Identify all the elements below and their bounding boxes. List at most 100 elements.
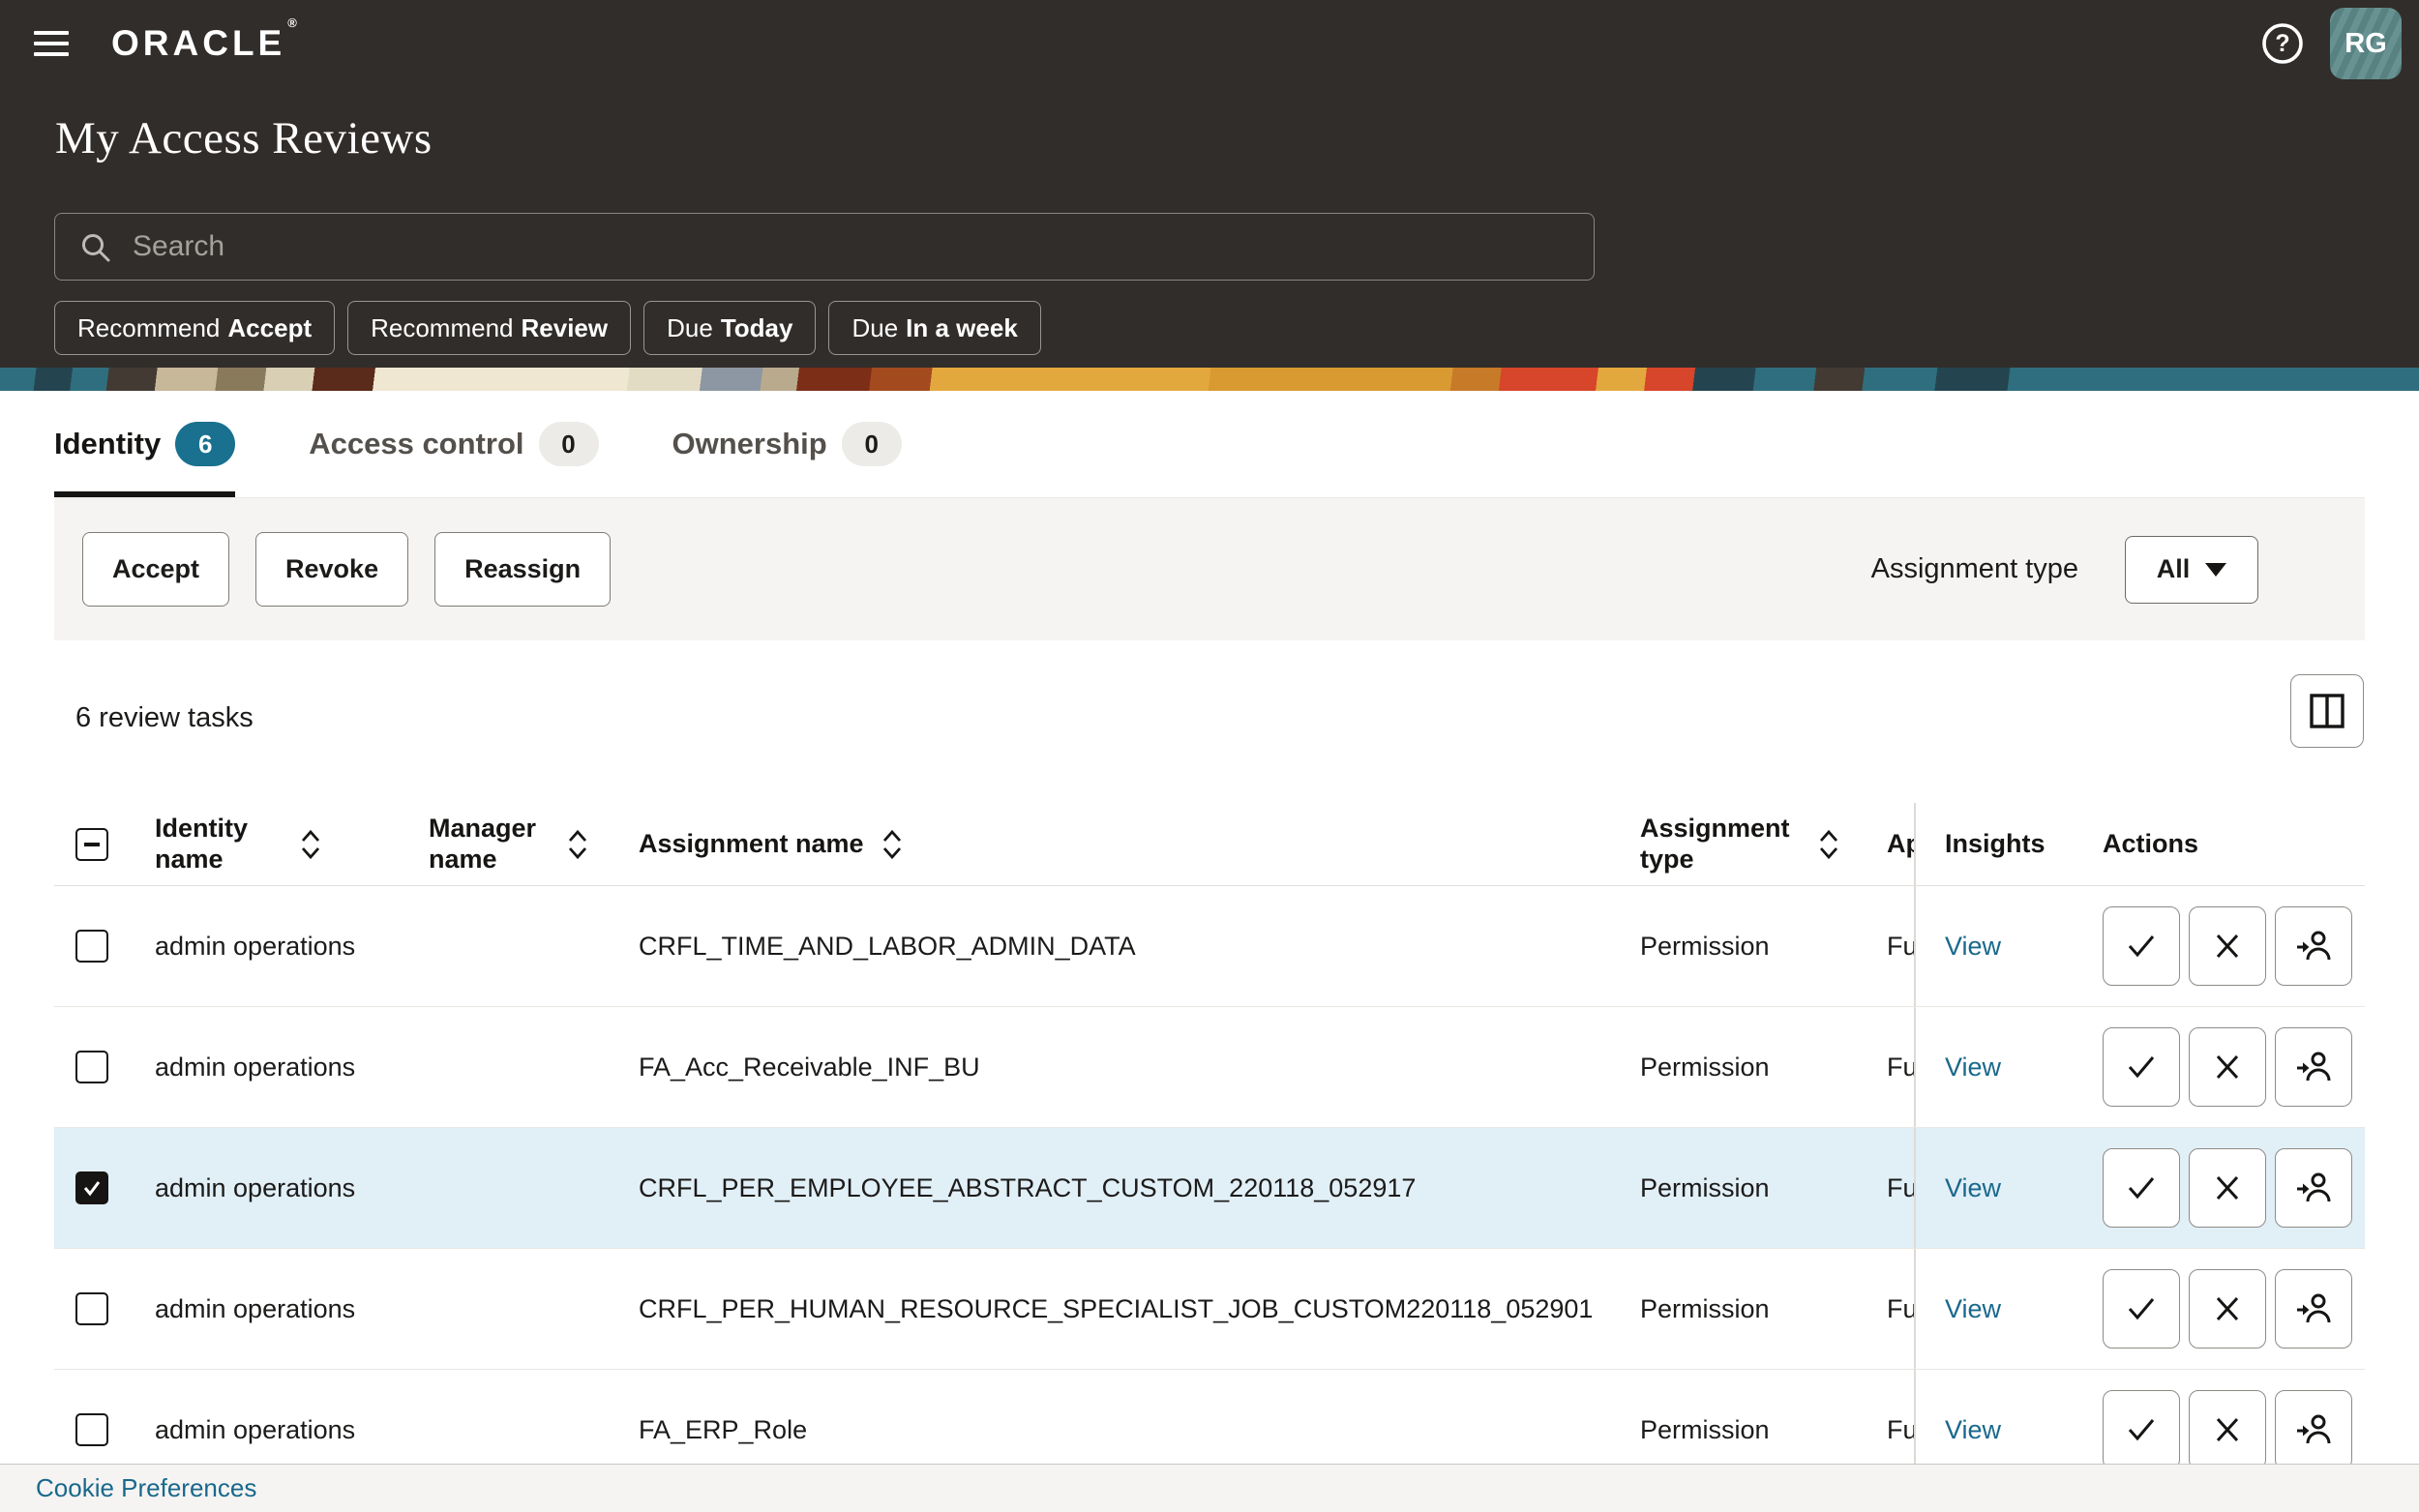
search-icon bbox=[79, 231, 112, 264]
cell-assignment-type: Permission bbox=[1626, 1249, 1862, 1369]
reassign-row-button[interactable] bbox=[2275, 1390, 2352, 1469]
top-bar: ORACLE® ? RG bbox=[0, 0, 2419, 87]
page-title: My Access Reviews bbox=[55, 112, 433, 164]
cell-assignment-type: Permission bbox=[1626, 886, 1862, 1006]
table-row-selected[interactable]: admin operations CRFL_PER_EMPLOYEE_ABSTR… bbox=[54, 1128, 2365, 1249]
cell-app-truncated: Fu bbox=[1862, 886, 1916, 1006]
revoke-row-button[interactable] bbox=[2189, 1027, 2266, 1107]
view-insights-link[interactable]: View bbox=[1945, 1173, 2001, 1203]
view-insights-link[interactable]: View bbox=[1945, 1052, 2001, 1082]
reassign-button[interactable]: Reassign bbox=[434, 532, 611, 607]
sort-icon[interactable] bbox=[1818, 827, 1839, 862]
reassign-row-button[interactable] bbox=[2275, 906, 2352, 986]
row-checkbox[interactable] bbox=[75, 1413, 108, 1446]
cell-assignment-name: CRFL_TIME_AND_LABOR_ADMIN_DATA bbox=[624, 886, 1626, 1006]
cell-app-truncated: Fu bbox=[1862, 1249, 1916, 1369]
tab-identity[interactable]: Identity 6 bbox=[54, 391, 235, 497]
sort-icon[interactable] bbox=[300, 827, 321, 862]
column-header-identity-name: Identity name bbox=[155, 814, 269, 874]
check-icon bbox=[81, 1177, 103, 1199]
review-task-count: 6 review tasks bbox=[75, 702, 254, 734]
row-checkbox[interactable] bbox=[75, 930, 108, 963]
cell-app-truncated: Fu bbox=[1862, 1007, 1916, 1127]
chevron-down-icon bbox=[2205, 563, 2226, 577]
cell-assignment-type: Permission bbox=[1626, 1128, 1862, 1248]
revoke-row-button[interactable] bbox=[2189, 1269, 2266, 1349]
manage-columns-button[interactable] bbox=[2290, 674, 2364, 748]
oracle-logo: ORACLE® bbox=[111, 23, 299, 64]
row-checkbox[interactable] bbox=[75, 1051, 108, 1083]
cell-manager-name bbox=[411, 1007, 624, 1127]
tab-ownership-count-badge: 0 bbox=[842, 422, 902, 466]
sort-icon[interactable] bbox=[881, 827, 903, 862]
accept-row-button[interactable] bbox=[2103, 1269, 2180, 1349]
help-icon[interactable]: ? bbox=[2260, 21, 2305, 66]
column-header-assignment-name: Assignment name bbox=[639, 829, 864, 859]
check-icon bbox=[2125, 1413, 2158, 1446]
filter-due-today[interactable]: DueToday bbox=[643, 301, 816, 355]
reassign-person-icon bbox=[2295, 928, 2332, 964]
filter-chips: RecommendAccept RecommendReview DueToday… bbox=[54, 301, 1041, 355]
filter-due-in-a-week[interactable]: DueIn a week bbox=[828, 301, 1040, 355]
reassign-row-button[interactable] bbox=[2275, 1269, 2352, 1349]
sort-icon[interactable] bbox=[567, 827, 588, 862]
x-icon bbox=[2213, 1415, 2242, 1444]
table-row[interactable]: admin operations CRFL_TIME_AND_LABOR_ADM… bbox=[54, 886, 2365, 1007]
accept-row-button[interactable] bbox=[2103, 1027, 2180, 1107]
cell-identity-name: admin operations bbox=[141, 1128, 411, 1248]
cell-assignment-name: FA_Acc_Receivable_INF_BU bbox=[624, 1007, 1626, 1127]
page-footer: Cookie Preferences bbox=[0, 1464, 2419, 1512]
tab-bar: Identity 6 Access control 0 Ownership 0 bbox=[54, 391, 2365, 498]
select-all-checkbox[interactable] bbox=[75, 828, 108, 861]
view-insights-link[interactable]: View bbox=[1945, 1415, 2001, 1445]
review-tasks-table: Identity name Manager name Assignment na… bbox=[54, 803, 2365, 1491]
tab-identity-count-badge: 6 bbox=[175, 422, 235, 466]
hamburger-menu-icon[interactable] bbox=[34, 18, 84, 69]
table-row[interactable]: admin operations FA_Acc_Receivable_INF_B… bbox=[54, 1007, 2365, 1128]
filter-recommend-accept[interactable]: RecommendAccept bbox=[54, 301, 335, 355]
filter-recommend-review[interactable]: RecommendReview bbox=[347, 301, 631, 355]
revoke-row-button[interactable] bbox=[2189, 906, 2266, 986]
search-input[interactable] bbox=[54, 213, 1595, 281]
avatar[interactable]: RG bbox=[2330, 8, 2402, 79]
reassign-person-icon bbox=[2295, 1049, 2332, 1085]
revoke-row-button[interactable] bbox=[2189, 1148, 2266, 1228]
check-icon bbox=[2125, 1051, 2158, 1083]
cell-manager-name bbox=[411, 1249, 624, 1369]
x-icon bbox=[2213, 1052, 2242, 1082]
row-checkbox[interactable] bbox=[75, 1292, 108, 1325]
view-insights-link[interactable]: View bbox=[1945, 932, 2001, 962]
decorative-banner bbox=[0, 368, 2419, 391]
cell-assignment-name: CRFL_PER_EMPLOYEE_ABSTRACT_CUSTOM_220118… bbox=[624, 1128, 1626, 1248]
reassign-person-icon bbox=[2295, 1290, 2332, 1327]
tab-access-control[interactable]: Access control 0 bbox=[309, 391, 598, 497]
reassign-row-button[interactable] bbox=[2275, 1027, 2352, 1107]
cookie-preferences-link[interactable]: Cookie Preferences bbox=[36, 1473, 256, 1503]
column-header-app-truncated: Ap bbox=[1862, 803, 1916, 885]
table-row[interactable]: admin operations CRFL_PER_HUMAN_RESOURCE… bbox=[54, 1249, 2365, 1370]
revoke-row-button[interactable] bbox=[2189, 1390, 2266, 1469]
x-icon bbox=[2213, 1173, 2242, 1202]
columns-icon bbox=[2308, 693, 2346, 729]
row-checkbox-checked[interactable] bbox=[75, 1171, 108, 1204]
cell-identity-name: admin operations bbox=[141, 1249, 411, 1369]
column-header-insights: Insights bbox=[1916, 803, 2080, 885]
cell-assignment-type: Permission bbox=[1626, 1007, 1862, 1127]
check-icon bbox=[2125, 1292, 2158, 1325]
accept-row-button[interactable] bbox=[2103, 906, 2180, 986]
table-summary-row: 6 review tasks bbox=[54, 667, 2365, 774]
reassign-person-icon bbox=[2295, 1170, 2332, 1206]
reassign-row-button[interactable] bbox=[2275, 1148, 2352, 1228]
x-icon bbox=[2213, 1294, 2242, 1323]
accept-row-button[interactable] bbox=[2103, 1390, 2180, 1469]
revoke-button[interactable]: Revoke bbox=[255, 532, 408, 607]
search-bar bbox=[54, 213, 1595, 281]
check-icon bbox=[2125, 1171, 2158, 1204]
accept-button[interactable]: Accept bbox=[82, 532, 229, 607]
reassign-person-icon bbox=[2295, 1411, 2332, 1448]
assignment-type-dropdown[interactable]: All bbox=[2125, 536, 2258, 604]
tab-ownership[interactable]: Ownership 0 bbox=[672, 391, 902, 497]
accept-row-button[interactable] bbox=[2103, 1148, 2180, 1228]
view-insights-link[interactable]: View bbox=[1945, 1294, 2001, 1324]
column-header-assignment-type: Assignment type bbox=[1640, 814, 1795, 874]
